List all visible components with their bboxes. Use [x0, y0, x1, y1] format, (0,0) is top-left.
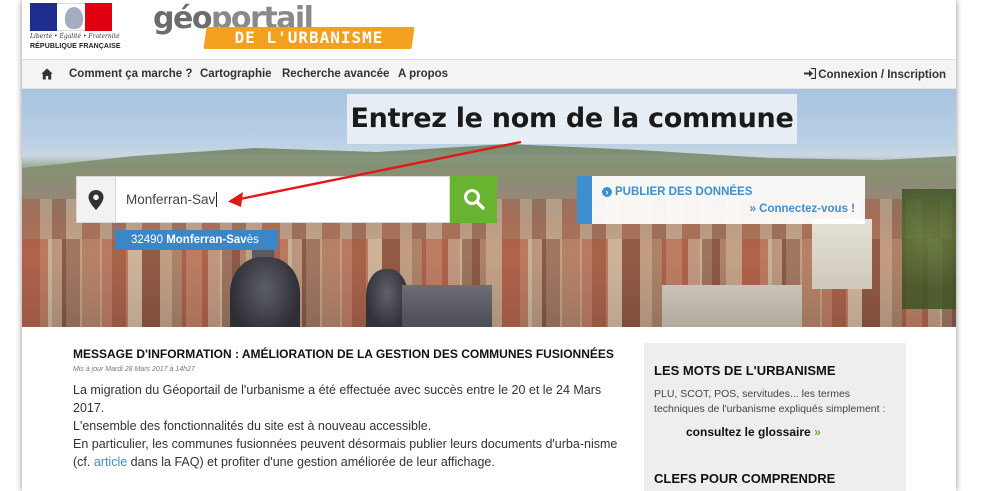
glossary-link[interactable]: consultez le glossaire »: [686, 425, 821, 439]
suggestion-code: 32490: [131, 234, 163, 246]
nav-item-cartographie[interactable]: Cartographie: [200, 68, 272, 80]
marianne-icon: [65, 7, 83, 29]
search-button[interactable]: [450, 176, 497, 223]
publish-data-link[interactable]: › PUBLIER DES DONNÉES: [602, 186, 752, 198]
publish-data-box: › PUBLIER DES DONNÉES » Connectez-vous !: [577, 176, 865, 224]
suggestion-name-rest: ès: [246, 234, 259, 246]
search-icon: [464, 189, 485, 210]
site-header: Liberté • Égalité • Fraternité RÉPUBLIQU…: [22, 0, 956, 59]
publish-data-label: PUBLIER DES DONNÉES: [615, 186, 753, 198]
suggestion-name-match: Monferran-Sav: [166, 234, 247, 246]
home-icon[interactable]: [41, 68, 53, 80]
chevron-right-icon: »: [814, 425, 821, 439]
hero-annotation-title: Entrez le nom de la commune: [347, 94, 797, 144]
geoportail-logo[interactable]: géoportail DE L'URBANISME: [153, 0, 415, 56]
article-body: La migration du Géoportail de l'urbanism…: [73, 381, 618, 471]
rf-motto: Liberté • Égalité • Fraternité: [30, 33, 120, 40]
glossary-label: consultez le glossaire: [686, 425, 811, 439]
article-p3-end: dans la FAQ) et profiter d'une gestion a…: [127, 455, 495, 469]
article-paragraph-2: L'ensemble des fonctionnalités du site e…: [73, 419, 432, 433]
autocomplete-suggestion[interactable]: 32490 Monferran-Savès: [115, 230, 278, 250]
republique-francaise-logo[interactable]: Liberté • Égalité • Fraternité RÉPUBLIQU…: [30, 3, 121, 53]
sidebar-panel: LES MOTS DE L'URBANISME PLU, SCOT, POS, …: [644, 343, 906, 491]
connect-link[interactable]: » Connectez-vous !: [750, 203, 855, 215]
article-paragraph-3: En particulier, les communes fusionnées …: [73, 435, 618, 471]
flag-icon: [30, 3, 112, 31]
sign-in-icon: [804, 68, 817, 79]
commune-search-input[interactable]: Monferran-Sav: [115, 176, 450, 223]
sidebar-title-mots: LES MOTS DE L'URBANISME: [654, 363, 836, 378]
sidebar-title-clefs: CLEFS POUR COMPRENDRE: [654, 471, 836, 486]
article-date: Mis à jour Mardi 28 Mars 2017 à 14h27: [73, 366, 195, 373]
search-input-value: Monferran-Sav: [126, 192, 216, 207]
article-paragraph-1: La migration du Géoportail de l'urbanism…: [73, 383, 602, 415]
map-marker-icon: [88, 190, 104, 210]
login-label: Connexion / Inscription: [818, 69, 946, 81]
login-link[interactable]: Connexion / Inscription: [804, 68, 946, 81]
main-nav: Comment ça marche ? Cartographie Recherc…: [22, 59, 956, 89]
search-pin-box: [76, 176, 115, 223]
faq-article-link[interactable]: article: [94, 455, 127, 469]
rf-name: RÉPUBLIQUE FRANÇAISE: [30, 43, 121, 50]
article-title: MESSAGE D'INFORMATION : AMÉLIORATION DE …: [73, 347, 614, 361]
circle-arrow-icon: ›: [602, 187, 612, 197]
logo-part-geo: géo: [153, 1, 212, 36]
text-caret: [216, 192, 218, 207]
nav-item-comment-ca-marche[interactable]: Comment ça marche ?: [69, 68, 192, 80]
logo-subtitle: DE L'URBANISME: [234, 28, 384, 47]
nav-item-a-propos[interactable]: A propos: [398, 68, 448, 80]
nav-item-recherche-avancee[interactable]: Recherche avancée: [282, 68, 389, 80]
info-article: MESSAGE D'INFORMATION : AMÉLIORATION DE …: [73, 347, 618, 471]
logo-subtitle-banner: DE L'URBANISME: [203, 27, 415, 49]
sidebar-description: PLU, SCOT, POS, servitudes... les termes…: [654, 388, 886, 415]
